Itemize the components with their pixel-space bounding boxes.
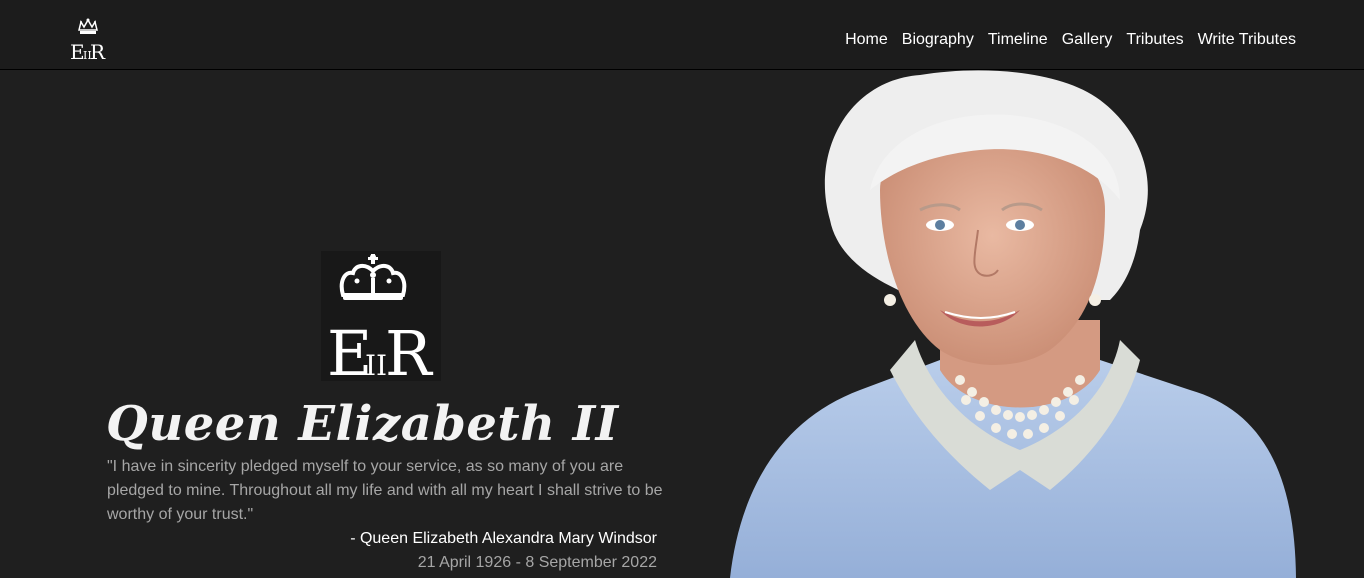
main-nav: Home Biography Timeline Gallery Tributes… [845,30,1296,50]
queen-portrait-image [720,70,1310,578]
life-dates: 21 April 1926 - 8 September 2022 [417,554,657,571]
nav-link-gallery[interactable]: Gallery [1062,30,1113,50]
nav-link-write-tributes[interactable]: Write Tributes [1198,30,1296,50]
nav-link-biography[interactable]: Biography [902,30,974,50]
page-title: Queen Elizabeth II [106,396,619,452]
page: E II R Home Biography Timeline Gallery T… [0,0,1364,578]
nav-link-tributes[interactable]: Tributes [1126,30,1183,50]
royal-cypher-crown-icon: E II R [70,18,106,64]
crown-cypher-graphic: E II R [327,254,434,390]
svg-text:R: R [385,317,434,381]
quote-attribution: - Queen Elizabeth Alexandra Mary Windsor [350,530,657,547]
nav-link-timeline[interactable]: Timeline [988,30,1048,50]
top-navigation-bar: E II R Home Biography Timeline Gallery T… [0,0,1364,70]
nav-link-home[interactable]: Home [845,30,888,50]
royal-cypher-emblem-icon: E II R [321,251,441,390]
quote-text: "I have in sincerity pledged myself to y… [107,458,663,523]
svg-text:II: II [365,349,387,381]
svg-text:R: R [90,40,106,62]
portrait-illustration [730,70,1296,578]
eiir-logo-icon[interactable]: E II R [68,18,108,64]
